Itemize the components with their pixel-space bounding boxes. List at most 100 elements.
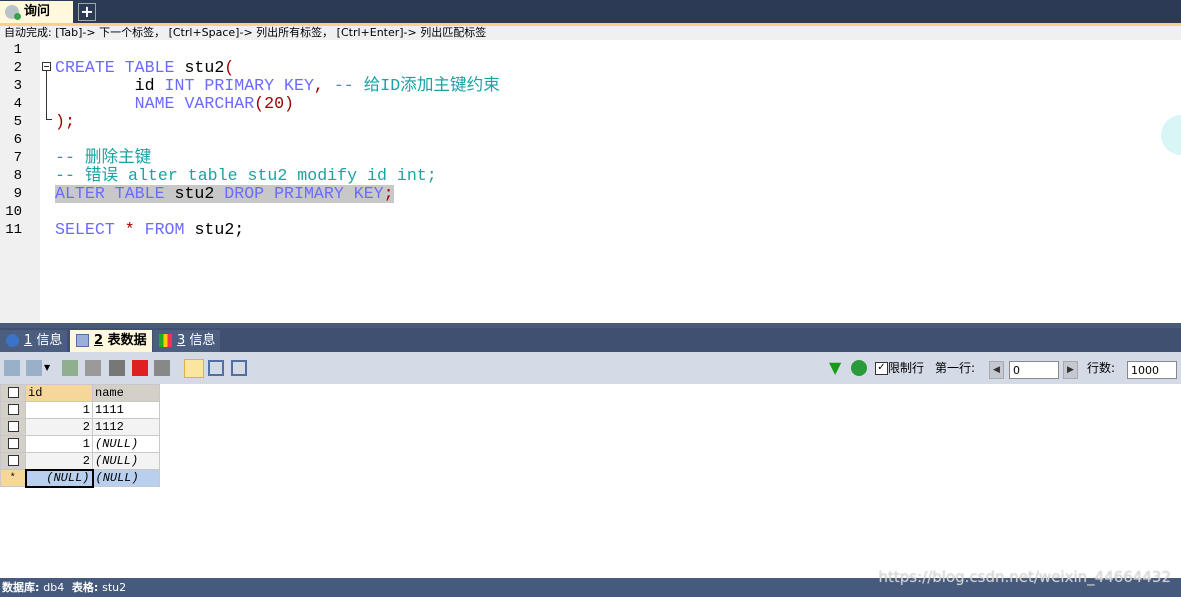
line-gutter: 1 2 3 4 5 6 7 8 9 10 11 [0, 40, 40, 323]
db-name: db4 [43, 581, 65, 594]
comment: -- 删除主键 [55, 148, 152, 167]
grid-view-icon[interactable] [184, 359, 204, 378]
comma: , [313, 76, 334, 95]
autocomplete-hint: 自动完成: [Tab]-> 下一个标签， [Ctrl+Space]-> 列出所有… [0, 26, 1181, 40]
save-icon[interactable] [109, 360, 125, 376]
prev-page-button[interactable]: ◀ [989, 361, 1004, 379]
code-line: ); [55, 112, 75, 131]
code-line: NAME VARCHAR(20) [55, 95, 294, 113]
line-number: 10 [5, 204, 22, 220]
identifier: stu2 [174, 58, 225, 77]
result-toolbar: ▼ ▼ ✓ 限制行 第一行: ◀ 0 ▶ 行数: 1000 [0, 352, 1181, 384]
text-view-icon[interactable] [231, 360, 247, 376]
cell-name[interactable]: (NULL) [92, 452, 160, 470]
cancel-icon[interactable] [154, 360, 170, 376]
select-all-checkbox[interactable] [0, 384, 26, 402]
star: * [124, 220, 135, 239]
cell-name[interactable]: 1111 [92, 401, 160, 419]
chart-icon [159, 334, 172, 347]
table-row[interactable]: 1 1111 [0, 401, 160, 419]
cell-id[interactable]: 1 [25, 401, 93, 419]
line-number: 1 [13, 42, 22, 58]
cell-id[interactable]: 2 [25, 418, 93, 436]
cell-id[interactable]: 1 [25, 435, 93, 453]
keyword: CREATE TABLE [55, 58, 175, 77]
floating-widget[interactable] [1161, 115, 1181, 155]
new-tab-button[interactable]: + [78, 3, 96, 21]
duplicate-row-icon[interactable] [85, 360, 101, 376]
row-checkbox[interactable] [0, 435, 26, 453]
tab-label: 询问 [24, 4, 51, 19]
column-header-id[interactable]: id [25, 384, 93, 402]
table-row[interactable]: 2 1112 [0, 418, 160, 436]
next-page-button[interactable]: ▶ [1063, 361, 1078, 379]
row-checkbox[interactable] [0, 452, 26, 470]
new-row-marker: * [0, 469, 26, 487]
line-number: 4 [13, 96, 22, 112]
info-icon [6, 334, 19, 347]
cell-name[interactable]: (NULL) [92, 469, 160, 487]
table-label: 表格: [71, 581, 99, 594]
table-row[interactable]: 1 (NULL) [0, 435, 160, 453]
line-number: 6 [13, 132, 22, 148]
identifier: stu2 [164, 184, 225, 203]
keyword: NAME VARCHAR [134, 94, 255, 113]
watermark: https://blog.csdn.net/weixin_44664432 [878, 568, 1171, 586]
table-row[interactable]: 2 (NULL) [0, 452, 160, 470]
identifier: stu2; [184, 220, 245, 239]
new-row[interactable]: * (NULL) (NULL) [0, 468, 160, 488]
chevron-down-icon[interactable]: ▼ [44, 360, 52, 376]
cell-name[interactable]: (NULL) [92, 435, 160, 453]
export-icon[interactable] [26, 360, 42, 376]
result-grid: id name 1 1111 2 1112 1 (NULL) 2 (NULL) * (NU… [0, 384, 160, 488]
table-icon [76, 334, 89, 347]
import-icon[interactable] [4, 360, 20, 376]
rows-input[interactable]: 1000 [1127, 361, 1177, 379]
tab-query[interactable]: 询问 [0, 1, 73, 23]
result-tabs: 1 信息 2 表数据 3 信息 [0, 328, 1181, 352]
row-checkbox[interactable] [0, 418, 26, 436]
tab-messages-3[interactable]: 3 信息 [153, 330, 220, 352]
line-number: 11 [5, 222, 22, 238]
keyword: INT PRIMARY KEY [164, 76, 314, 95]
first-row-label: 第一行: [935, 361, 976, 375]
limit-label: 限制行 [888, 361, 925, 375]
cell-id[interactable]: (NULL) [24, 468, 94, 488]
line-number: 3 [13, 78, 22, 94]
keyword: FROM [134, 220, 185, 239]
fold-line [46, 71, 52, 120]
comment: -- 错误 alter table stu2 modify id int; [55, 166, 437, 185]
line-number: 7 [13, 150, 22, 166]
literal: (20) [254, 94, 295, 113]
filter-icon[interactable]: ▼ [829, 360, 845, 376]
code-line: SELECT * FROM stu2; [55, 221, 244, 239]
cell-id[interactable]: 2 [25, 452, 93, 470]
table-name: stu2 [102, 581, 127, 594]
delete-icon[interactable] [132, 360, 148, 376]
tab-table-data[interactable]: 2 表数据 [70, 330, 152, 352]
column-header-name[interactable]: name [92, 384, 160, 402]
first-row-input[interactable]: 0 [1009, 361, 1059, 379]
row-checkbox[interactable] [0, 401, 26, 419]
query-tab-bar: 询问 + [0, 0, 1181, 23]
add-row-icon[interactable] [62, 360, 78, 376]
tab-messages-1[interactable]: 1 信息 [0, 330, 67, 352]
line-number: 8 [13, 168, 22, 184]
refresh-icon[interactable] [851, 360, 867, 376]
paren: ( [224, 58, 235, 77]
code-line: CREATE TABLE stu2( [55, 59, 234, 77]
query-icon [5, 5, 21, 20]
keyword: SELECT [55, 220, 125, 239]
header-row: id name [0, 384, 160, 402]
sql-editor[interactable]: 1 2 3 4 5 6 7 8 9 10 11 CREATE TABLE stu… [0, 40, 1181, 323]
fold-toggle[interactable] [42, 62, 51, 71]
comment: -- 给ID添加主键约束 [333, 76, 500, 95]
form-view-icon[interactable] [208, 360, 224, 376]
keyword: ALTER TABLE [55, 184, 165, 203]
rows-label: 行数: [1087, 361, 1116, 375]
cell-name[interactable]: 1112 [92, 418, 160, 436]
line-number: 9 [13, 186, 22, 202]
limit-rows-checkbox[interactable]: ✓ 限制行 [875, 352, 924, 384]
line-number: 5 [13, 114, 22, 130]
